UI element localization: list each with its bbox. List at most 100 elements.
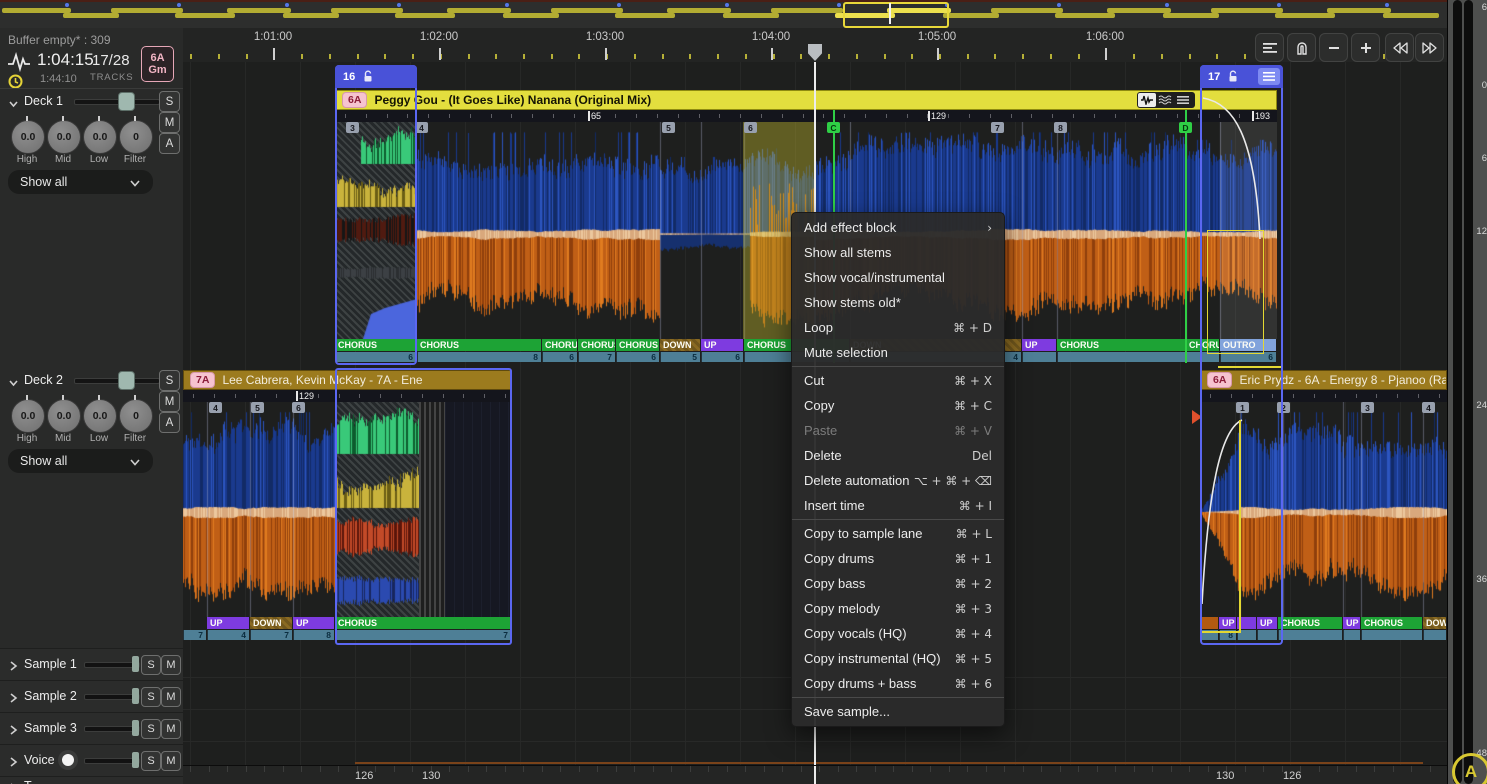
waveform-view-icon[interactable] xyxy=(1138,93,1156,107)
overview-clip-segment[interactable] xyxy=(1275,13,1335,18)
overview-clip-segment[interactable] xyxy=(283,13,339,18)
overview-clip-segment[interactable] xyxy=(331,8,403,13)
overview-clip-segment[interactable] xyxy=(447,8,511,13)
section-label[interactable]: DOWN xyxy=(1423,617,1446,629)
sections-view-icon[interactable] xyxy=(1174,93,1192,107)
deck-solo-button[interactable]: S xyxy=(159,370,180,391)
overview-clip-segment[interactable] xyxy=(395,13,455,18)
knob-low[interactable]: 0.0 xyxy=(83,120,117,154)
chevron-down-icon[interactable] xyxy=(8,96,20,108)
overview-bar[interactable] xyxy=(0,0,1447,28)
menu-item-copy-bass[interactable]: Copy bass⌘ + 2 xyxy=(792,571,1004,596)
menu-item-delete-automation[interactable]: Delete automation⌥ + ⌘ + ⌫ xyxy=(792,468,1004,493)
stems-view-icon[interactable] xyxy=(1156,93,1174,107)
menu-item-show-vocal-instrumental[interactable]: Show vocal/instrumental xyxy=(792,265,1004,290)
lane-solo-button[interactable]: S xyxy=(141,751,161,771)
overview-clip-segment[interactable] xyxy=(1383,13,1439,18)
menu-item-copy-melody[interactable]: Copy melody⌘ + 3 xyxy=(792,596,1004,621)
overview-clip-segment[interactable] xyxy=(615,13,675,18)
section-label[interactable]: CHORUS xyxy=(542,339,577,351)
overview-clip-segment[interactable] xyxy=(551,8,623,13)
menu-item-copy-drums-bass[interactable]: Copy drums + bass⌘ + 6 xyxy=(792,671,1004,696)
clip-menu-button[interactable] xyxy=(1258,68,1280,85)
section-label[interactable]: DOWN xyxy=(660,339,700,351)
lane-mute-button[interactable]: M xyxy=(161,751,181,771)
section-label[interactable]: UP xyxy=(1343,617,1360,629)
overview-clip-segment[interactable] xyxy=(1163,13,1219,18)
menu-item-insert-time[interactable]: Insert time⌘ + I xyxy=(792,493,1004,518)
overview-clip-segment[interactable] xyxy=(1107,8,1171,13)
hot-cue-badge[interactable]: C xyxy=(827,122,840,133)
deck-volume-handle[interactable] xyxy=(118,371,135,390)
vertical-scrollbar[interactable] xyxy=(1453,0,1462,784)
section-label[interactable]: CHORUS xyxy=(1278,617,1342,629)
snap-button[interactable] xyxy=(1287,33,1316,62)
section-label[interactable]: CHORUS xyxy=(1057,339,1185,351)
chevron-right-icon[interactable] xyxy=(9,723,19,735)
overview-clip-segment[interactable] xyxy=(723,13,779,18)
auto-scroll-button[interactable] xyxy=(1255,33,1284,62)
chevron-down-icon[interactable] xyxy=(8,375,20,387)
cue-badge[interactable]: 3 xyxy=(1361,402,1374,413)
clip-selection-box[interactable] xyxy=(335,368,512,645)
stem-filter-select[interactable]: Show all xyxy=(8,170,153,194)
cue-badge[interactable]: 5 xyxy=(662,122,675,133)
key-badge[interactable]: 6A Gm xyxy=(141,46,174,82)
deck-solo-button[interactable]: S xyxy=(159,91,180,112)
clip-header[interactable]: 16 xyxy=(335,65,417,88)
section-label[interactable]: UP xyxy=(1022,339,1056,351)
lane-solo-button[interactable]: S xyxy=(141,687,161,707)
menu-item-mute-selection[interactable]: Mute selection xyxy=(792,340,1004,365)
chevron-right-icon[interactable] xyxy=(9,755,19,767)
deck-auto-button[interactable]: A xyxy=(159,133,180,154)
lane-mute-button[interactable]: M xyxy=(161,687,181,707)
overview-clip-segment[interactable] xyxy=(175,13,235,18)
overview-clip-segment[interactable] xyxy=(1055,13,1115,18)
lane-volume-handle[interactable] xyxy=(132,752,139,768)
lane-solo-button[interactable]: S xyxy=(141,719,161,739)
clip-selection-box[interactable] xyxy=(1200,65,1283,645)
menu-item-copy-drums[interactable]: Copy drums⌘ + 1 xyxy=(792,546,1004,571)
overview-clip-segment[interactable] xyxy=(63,13,119,18)
section-label[interactable]: CHORUS xyxy=(1361,617,1422,629)
menu-item-show-stems-old[interactable]: Show stems old* xyxy=(792,290,1004,315)
chevron-right-icon[interactable] xyxy=(9,691,19,703)
skip-forward-button[interactable] xyxy=(1415,33,1444,62)
stem-filter-select[interactable]: Show all xyxy=(8,449,153,473)
menu-item-copy-instrumental-hq[interactable]: Copy instrumental (HQ)⌘ + 5 xyxy=(792,646,1004,671)
menu-item-save-sample[interactable]: Save sample... xyxy=(792,699,1004,724)
knob-mid[interactable]: 0.0 xyxy=(47,399,81,433)
overview-clip-segment[interactable] xyxy=(1327,8,1391,13)
cue-badge[interactable]: 6 xyxy=(744,122,757,133)
vertical-scrollbar-2[interactable] xyxy=(1464,0,1473,784)
clip-header[interactable]: 17 xyxy=(1200,65,1283,88)
knob-high[interactable]: 0.0 xyxy=(11,399,45,433)
cue-badge[interactable]: 4 xyxy=(1422,402,1435,413)
menu-item-loop[interactable]: Loop⌘ + D xyxy=(792,315,1004,340)
section-label[interactable]: UP xyxy=(207,617,249,629)
lane-volume-handle[interactable] xyxy=(132,656,139,672)
deck-volume-handle[interactable] xyxy=(118,92,135,111)
cue-badge[interactable]: 5 xyxy=(251,402,264,413)
record-button[interactable] xyxy=(58,750,78,770)
overview-clip-segment[interactable] xyxy=(111,8,183,13)
knob-low[interactable]: 0.0 xyxy=(83,399,117,433)
section-label[interactable]: UP xyxy=(701,339,743,351)
menu-item-cut[interactable]: Cut⌘ + X xyxy=(792,368,1004,393)
deck-mute-button[interactable]: M xyxy=(159,391,180,412)
lane-solo-button[interactable]: S xyxy=(141,655,161,675)
menu-item-copy-vocals-hq[interactable]: Copy vocals (HQ)⌘ + 4 xyxy=(792,621,1004,646)
menu-item-copy[interactable]: Copy⌘ + C xyxy=(792,393,1004,418)
clip-selection-box[interactable] xyxy=(335,65,417,365)
zoom-in-button[interactable] xyxy=(1351,33,1380,62)
cue-badge[interactable]: 4 xyxy=(209,402,222,413)
lane-mute-button[interactable]: M xyxy=(161,655,181,675)
deck-volume-slider[interactable] xyxy=(74,378,160,384)
chevron-right-icon[interactable] xyxy=(9,659,19,671)
lane-volume-handle[interactable] xyxy=(132,688,139,704)
knob-mid[interactable]: 0.0 xyxy=(47,120,81,154)
section-label[interactable]: UP xyxy=(293,617,334,629)
skip-back-button[interactable] xyxy=(1385,33,1414,62)
menu-item-add-effect-block[interactable]: Add effect block› xyxy=(792,215,1004,240)
track-title-bar[interactable]: 6APeggy Gou - (It Goes Like) Nanana (Ori… xyxy=(335,90,1277,110)
